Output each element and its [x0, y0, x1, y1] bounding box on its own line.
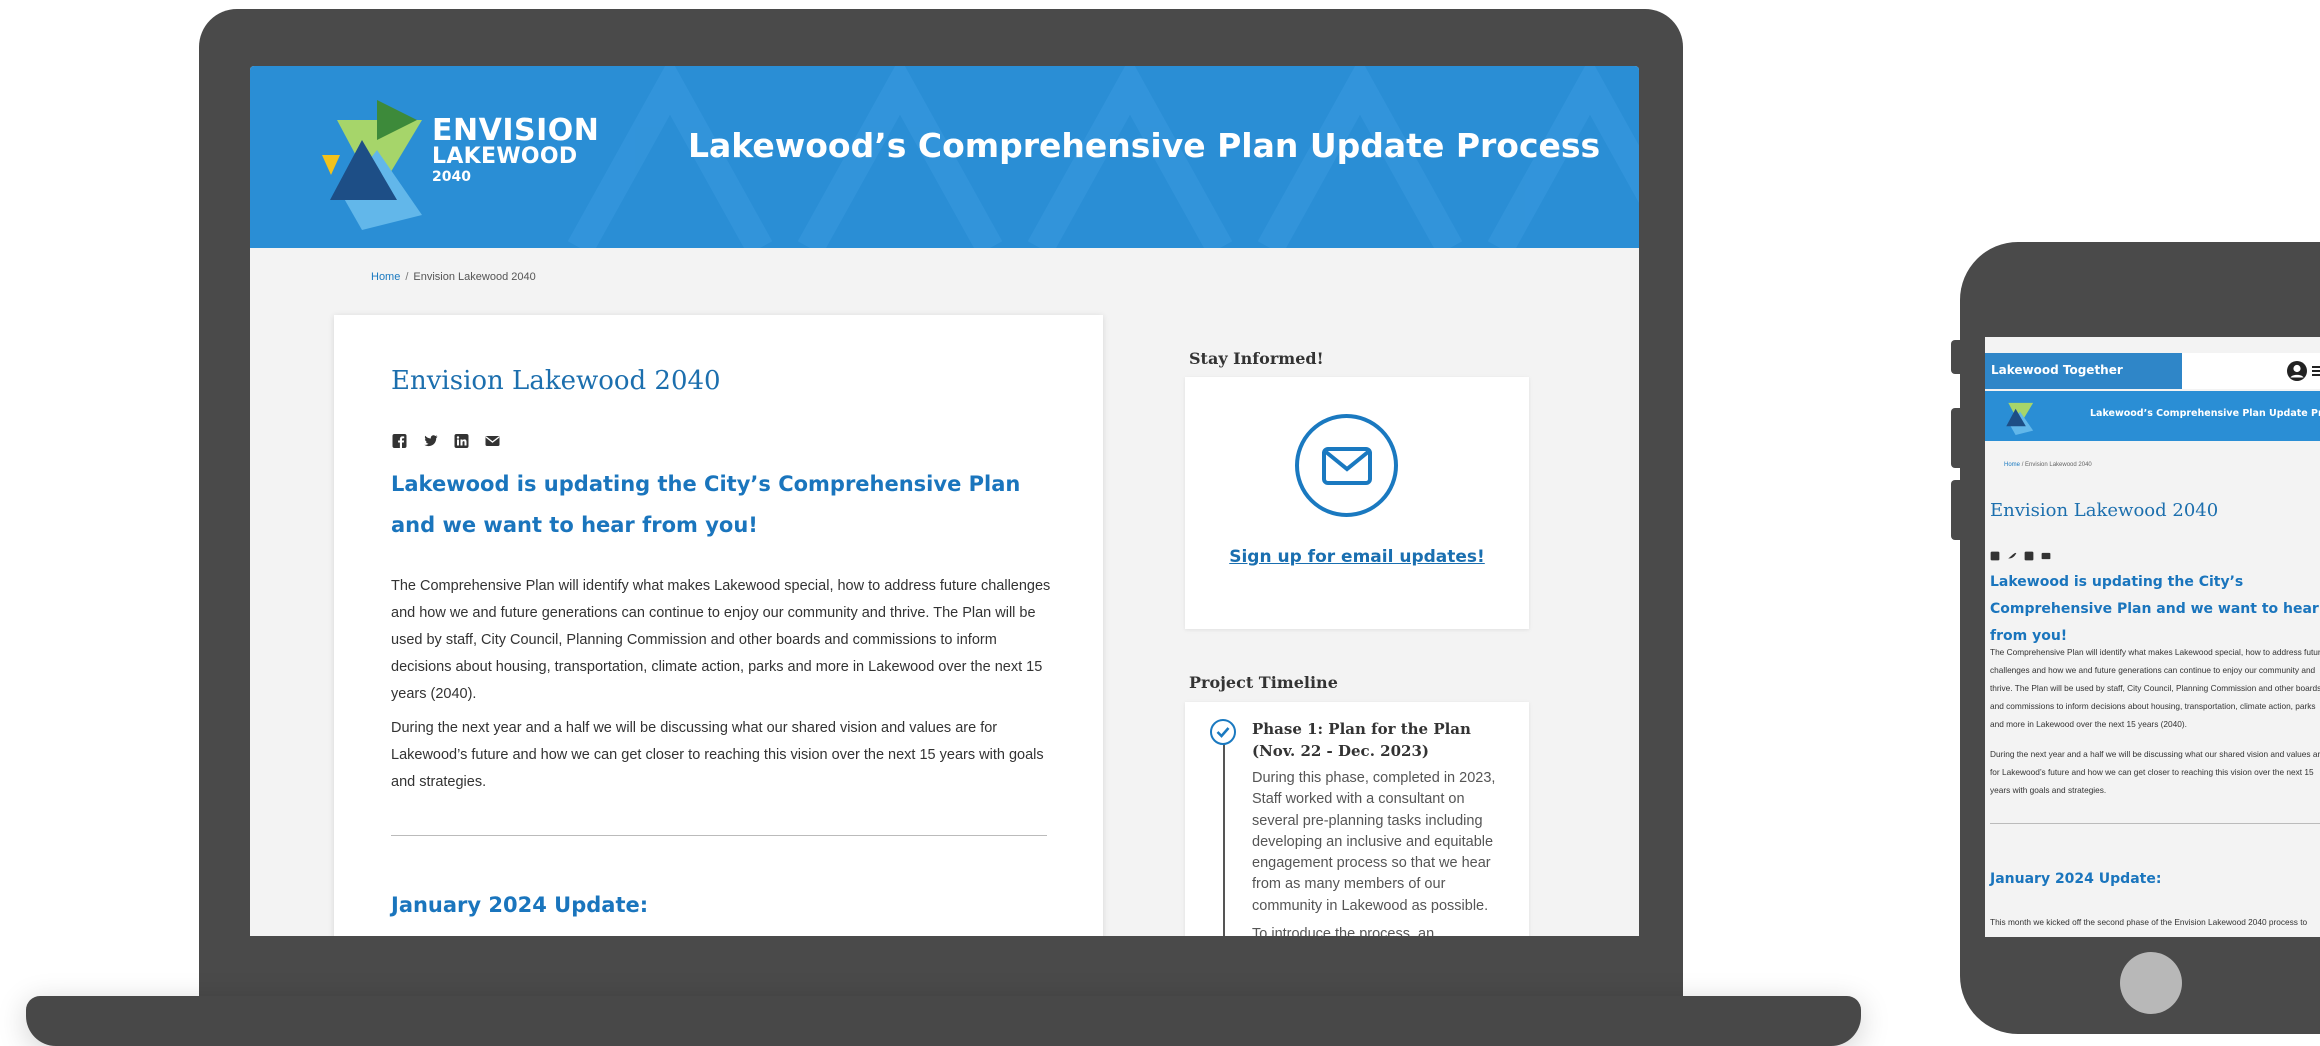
linkedin-icon[interactable] — [453, 433, 470, 449]
facebook-icon[interactable] — [1990, 548, 2000, 561]
header-title: Lakewood’s Comprehensive Plan Update Pro… — [688, 126, 1601, 165]
email-icon[interactable] — [484, 433, 501, 449]
intro-paragraph-1: The Comprehensive Plan will identify wha… — [391, 578, 1051, 702]
phone-volume-button — [1951, 340, 1961, 374]
email-icon[interactable] — [2041, 548, 2051, 560]
breadcrumb-home-link[interactable]: Home — [371, 271, 400, 283]
mobile-breadcrumb-home-link[interactable]: Home — [2004, 462, 2020, 468]
intro-paragraph-2: During the next year and a half we will … — [391, 720, 1044, 790]
mobile-header-title: Lakewood’s Comprehensive Plan Update Pro… — [2090, 408, 2320, 419]
linkedin-icon[interactable] — [2024, 548, 2034, 561]
mobile-top-bar: Lakewood Together — [1985, 353, 2320, 389]
phase-1-description-text: During this phase, completed in 2023, St… — [1252, 770, 1496, 914]
twitter-icon[interactable] — [422, 433, 439, 449]
stay-informed-card: Sign up for email updates! — [1185, 377, 1529, 629]
envision-lakewood-logo — [322, 100, 422, 230]
mobile-breadcrumb-separator: / — [2021, 462, 2024, 468]
phone-volume-button — [1951, 408, 1961, 468]
mobile-brand-label: Lakewood Together — [1991, 363, 2123, 377]
laptop-base — [26, 996, 1861, 1046]
envelope-icon[interactable] — [1295, 414, 1398, 517]
mobile-breadcrumb: Home / Envision Lakewood 2040 — [2004, 462, 2092, 468]
facebook-icon[interactable] — [391, 433, 408, 449]
main-content-card: Envision Lakewood 2040 Lakewood is updat… — [334, 315, 1103, 936]
mobile-intro-paragraph-1: The Comprehensive Plan will identify wha… — [1990, 647, 2320, 729]
lead-heading: Lakewood is updating the City’s Comprehe… — [391, 472, 1021, 537]
share-bar — [391, 433, 501, 449]
mobile-share-bar — [1990, 548, 2051, 561]
hamburger-menu-icon[interactable] — [2312, 365, 2320, 377]
breadcrumb: Home / Envision Lakewood 2040 — [371, 271, 536, 283]
stay-informed-heading: Stay Informed! — [1189, 349, 1324, 368]
page-title: Envision Lakewood 2040 — [391, 366, 721, 396]
breadcrumb-current: Envision Lakewood 2040 — [413, 271, 536, 283]
mobile-update-heading: January 2024 Update: — [1990, 871, 2162, 887]
phone-screen: Lakewood Together Lakewood’s Comprehensi… — [1985, 337, 2320, 937]
mobile-lead-heading: Lakewood is updating the City’s Comprehe… — [1990, 574, 2319, 644]
phone-side-button — [1951, 480, 1961, 540]
check-circle-icon — [1210, 719, 1236, 745]
mobile-logo — [2006, 402, 2034, 435]
logo-wordmark: ENVISION LAKEWOOD 2040 — [432, 113, 600, 185]
logo-line-1: ENVISION — [432, 113, 600, 148]
project-timeline-card: Phase 1: Plan for the Plan (Nov. 22 - De… — [1185, 702, 1529, 936]
mobile-update-paragraph: This month we kicked off the second phas… — [1990, 917, 2308, 927]
timeline-phase-1-description: During this phase, completed in 2023, St… — [1252, 768, 1512, 936]
mobile-breadcrumb-current: Envision Lakewood 2040 — [2025, 462, 2092, 468]
project-timeline-heading: Project Timeline — [1189, 673, 1338, 692]
mobile-page-title: Envision Lakewood 2040 — [1990, 500, 2219, 521]
mobile-intro-paragraph-2: During the next year and a half we will … — [1990, 749, 2320, 795]
phase-1-description-continued: To introduce the process, an — [1252, 926, 1435, 936]
section-divider — [391, 835, 1047, 836]
logo-line-3: 2040 — [432, 169, 471, 185]
timeline-line — [1223, 740, 1225, 936]
mobile-header-banner: Lakewood’s Comprehensive Plan Update Pro… — [1985, 391, 2320, 441]
mobile-section-divider — [1990, 823, 2320, 824]
phone-home-button[interactable] — [2120, 952, 2182, 1014]
twitter-icon[interactable] — [2007, 548, 2017, 559]
update-heading: January 2024 Update: — [391, 893, 649, 917]
breadcrumb-separator: / — [405, 271, 409, 283]
logo-line-2: LAKEWOOD — [432, 144, 578, 169]
email-signup-link[interactable]: Sign up for email updates! — [1185, 547, 1529, 567]
laptop-screen: ENVISION LAKEWOOD 2040 Lakewood’s Compre… — [250, 66, 1639, 936]
site-header-banner: ENVISION LAKEWOOD 2040 Lakewood’s Compre… — [250, 66, 1639, 248]
mobile-brand-bar[interactable]: Lakewood Together — [1985, 353, 2182, 389]
timeline-phase-1-title: Phase 1: Plan for the Plan (Nov. 22 - De… — [1252, 720, 1471, 760]
user-account-icon[interactable] — [2286, 360, 2308, 382]
